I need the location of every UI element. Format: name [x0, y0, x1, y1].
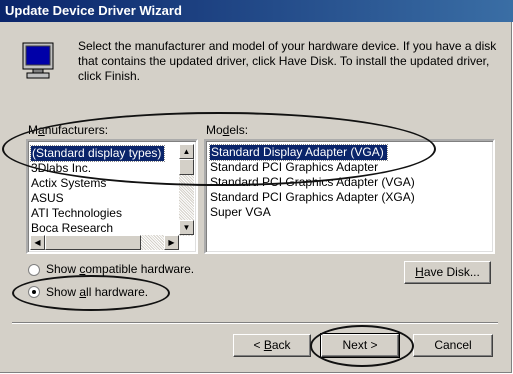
monitor-icon — [22, 42, 54, 79]
model-item-label: Standard PCI Graphics Adapter (XGA) — [210, 190, 415, 204]
manufacturer-item-label: ASUS — [31, 191, 64, 205]
annotation-ellipse-next — [310, 325, 414, 367]
instructions-text: Select the manufacturer and model of you… — [78, 39, 497, 83]
horizontal-scroll-track[interactable] — [141, 235, 164, 250]
back-button[interactable]: < Back — [233, 334, 311, 357]
model-item[interactable]: Super VGA — [208, 205, 488, 220]
show-compatible-label[interactable]: Show compatible hardware. — [46, 262, 194, 276]
horizontal-scroll-thumb[interactable] — [45, 235, 141, 250]
window-title: Update Device Driver Wizard — [5, 3, 182, 18]
separator — [12, 322, 498, 324]
arrow-down-icon[interactable]: ▼ — [179, 220, 194, 235]
model-item[interactable]: Standard PCI Graphics Adapter (XGA) — [208, 190, 488, 205]
manufacturer-item[interactable]: ASUS — [29, 191, 179, 206]
show-compatible-radio[interactable] — [28, 264, 40, 276]
title-bar[interactable]: Update Device Driver Wizard — [0, 0, 513, 22]
wizard-dialog: Select the manufacturer and model of you… — [0, 22, 512, 373]
annotation-ellipse-list — [2, 112, 436, 186]
manufacturer-item[interactable]: ATI Technologies — [29, 206, 179, 221]
manufacturer-item-label: ATI Technologies — [31, 206, 122, 220]
cancel-button[interactable]: Cancel — [413, 334, 493, 357]
manufacturer-item[interactable]: Boca Research — [29, 221, 179, 236]
model-item-label: Super VGA — [210, 205, 271, 219]
have-disk-button[interactable]: Have Disk... — [404, 261, 491, 284]
arrow-right-icon[interactable]: ▶ — [164, 235, 179, 250]
manufacturer-item-label: Boca Research — [31, 221, 114, 235]
arrow-left-icon[interactable]: ◀ — [30, 235, 45, 250]
annotation-ellipse-show-all — [12, 275, 170, 311]
